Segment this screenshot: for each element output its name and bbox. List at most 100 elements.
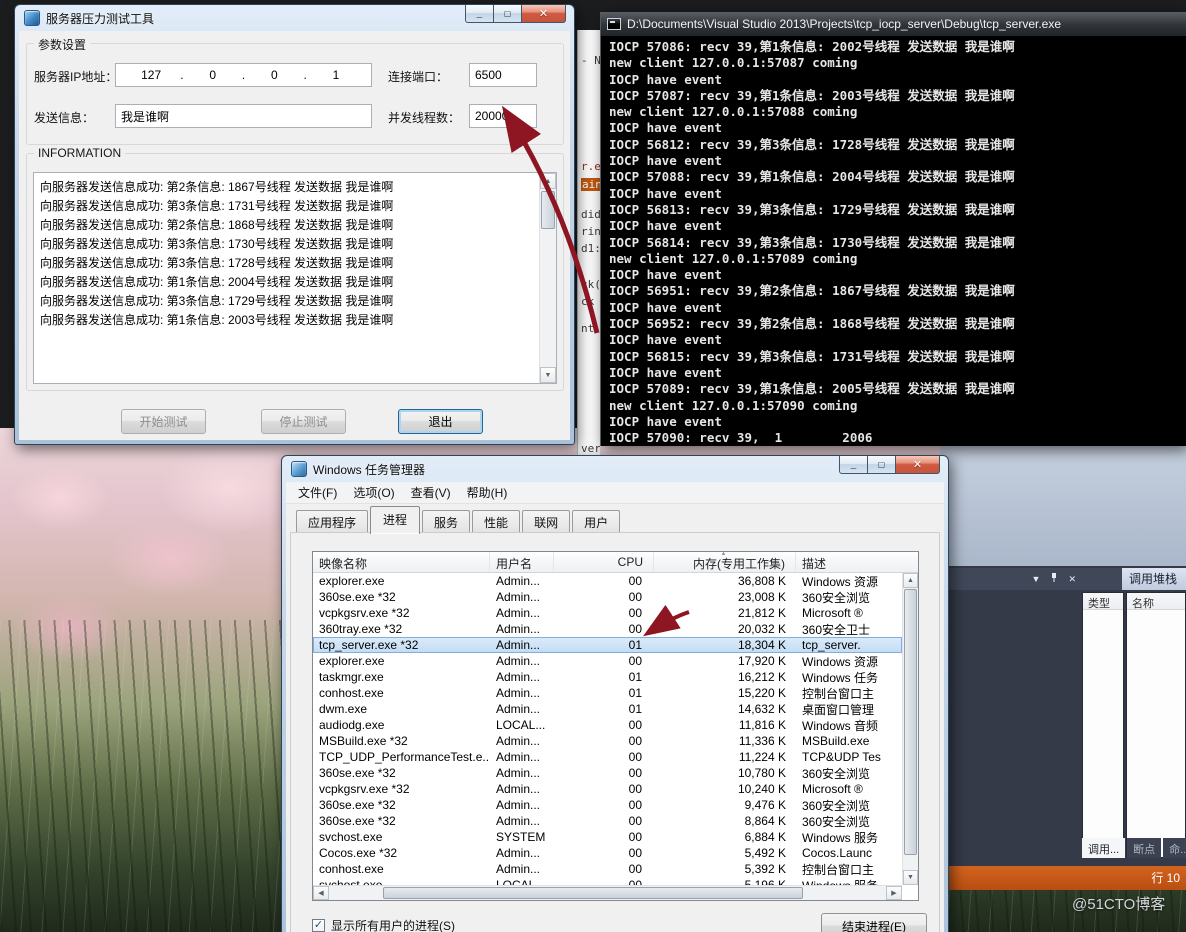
message-input[interactable] xyxy=(115,104,372,128)
process-row[interactable]: 360se.exe *32 Admin... 00 10,780 K 360安全… xyxy=(313,765,902,781)
call-stack-panel-body: 名称 xyxy=(1126,592,1186,858)
process-cpu: 00 xyxy=(628,830,642,844)
type-column-header[interactable]: 类型 xyxy=(1083,593,1123,610)
process-row[interactable]: 360se.exe *32 Admin... 00 8,864 K 360安全浏… xyxy=(313,813,902,829)
close-icon[interactable]: ✕ xyxy=(1068,574,1076,584)
scrollbar-thumb[interactable] xyxy=(904,589,917,855)
console-line: IOCP 57089: recv 39,第1条信息: 2005号线程 发送数据 … xyxy=(609,381,1015,397)
process-description: MSBuild.exe xyxy=(802,734,870,748)
scrollbar-thumb[interactable] xyxy=(383,887,803,899)
process-table: 映像名称 用户名 CPU ▲ 内存(专用工作集) 描述 explorer.exe xyxy=(312,551,919,901)
console-titlebar[interactable]: D:\Documents\Visual Studio 2013\Projects… xyxy=(601,12,1186,36)
call-stack-panel-title[interactable]: 调用堆栈 xyxy=(1122,568,1186,590)
process-cpu: 00 xyxy=(628,750,642,764)
process-row[interactable]: 360tray.exe *32 Admin... 00 20,032 K 360… xyxy=(313,621,902,637)
menu-item[interactable]: 帮助(H) xyxy=(459,482,516,504)
params-group-label: 参数设置 xyxy=(34,36,91,53)
console-line: IOCP have event xyxy=(609,299,722,315)
process-cpu: 00 xyxy=(628,718,642,732)
scroll-right-button[interactable]: ▶ xyxy=(886,886,902,900)
process-user: LOCAL... xyxy=(496,718,546,732)
process-row[interactable]: TCP_UDP_PerformanceTest.e... Admin... 00… xyxy=(313,749,902,765)
code-fragment: r.e xyxy=(581,160,600,173)
scroll-up-button[interactable]: ▲ xyxy=(540,173,556,189)
log-listbox[interactable]: 向服务器发送信息成功: 第2条信息: 1867号线程 发送数据 我是谁啊 向服务器… xyxy=(33,172,557,384)
scroll-left-button[interactable]: ◀ xyxy=(313,886,329,900)
process-row[interactable]: dwm.exe Admin... 01 14,632 K 桌面窗口管理 xyxy=(313,701,902,717)
process-row[interactable]: audiodg.exe LOCAL... 00 11,816 K Windows… xyxy=(313,717,902,733)
process-description: 360安全浏览 xyxy=(802,766,871,781)
maximize-button[interactable]: ▢ xyxy=(867,456,896,474)
console-line: IOCP 56814: recv 39,第3条信息: 1730号线程 发送数据 … xyxy=(609,234,1015,250)
process-row[interactable]: tcp_server.exe *32 Admin... 01 18,304 K … xyxy=(313,637,902,653)
code-fragment: rin xyxy=(581,225,600,238)
stop-test-button[interactable]: 停止测试 xyxy=(261,409,346,434)
process-row[interactable]: vcpkgsrv.exe *32 Admin... 00 21,812 K Mi… xyxy=(313,605,902,621)
task-manager-title: Windows 任务管理器 xyxy=(313,462,426,477)
window-position-dropdown-icon[interactable]: ▼ xyxy=(1032,574,1041,584)
process-cpu: 00 xyxy=(628,782,642,796)
show-all-processes-option[interactable]: ✓ 显示所有用户的进程(S) xyxy=(312,917,455,932)
start-test-button[interactable]: 开始测试 xyxy=(121,409,206,434)
log-line: 向服务器发送信息成功: 第1条信息: 2004号线程 发送数据 我是谁啊 xyxy=(40,275,394,289)
process-row[interactable]: 360se.exe *32 Admin... 00 9,476 K 360安全浏… xyxy=(313,797,902,813)
end-process-button[interactable]: 结束进程(E) xyxy=(821,913,927,932)
process-user: Admin... xyxy=(496,670,541,684)
ip-octet: 0 xyxy=(209,68,217,82)
process-user: Admin... xyxy=(496,606,541,620)
scrollbar-thumb[interactable] xyxy=(541,191,555,229)
column-header-description[interactable]: 描述 xyxy=(796,552,918,572)
column-header-memory[interactable]: ▲ 内存(专用工作集) xyxy=(654,552,796,572)
threads-input[interactable] xyxy=(469,104,537,128)
minimize-button[interactable]: ─ xyxy=(465,5,494,23)
console-output[interactable]: IOCP 57086: recv 39,第1条信息: 2002号线程 发送数据 … xyxy=(603,36,1186,446)
scroll-down-button[interactable]: ▼ xyxy=(540,367,556,383)
scroll-down-button[interactable]: ▼ xyxy=(903,870,918,885)
process-rows: explorer.exe Admin... 00 36,808 K Window… xyxy=(313,573,902,885)
checkbox-checked[interactable]: ✓ xyxy=(312,919,325,932)
log-line: 向服务器发送信息成功: 第3条信息: 1730号线程 发送数据 我是谁啊 xyxy=(40,237,394,251)
process-row[interactable]: 360se.exe *32 Admin... 00 23,008 K 360安全… xyxy=(313,589,902,605)
close-button[interactable]: ✕ xyxy=(895,456,940,474)
name-column-header[interactable]: 名称 xyxy=(1127,593,1185,610)
process-row[interactable]: vcpkgsrv.exe *32 Admin... 00 10,240 K Mi… xyxy=(313,781,902,797)
column-header-user[interactable]: 用户名 xyxy=(490,552,554,572)
process-user: Admin... xyxy=(496,862,541,876)
process-row[interactable]: MSBuild.exe *32 Admin... 00 11,336 K MSB… xyxy=(313,733,902,749)
process-user: Admin... xyxy=(496,622,541,636)
port-input[interactable] xyxy=(469,63,537,87)
process-memory: 18,304 K xyxy=(737,638,786,652)
tab-strip: 应用程序 进程 服务 性能 联网 用户 xyxy=(296,506,622,535)
exit-button[interactable]: 退出 xyxy=(398,409,483,434)
process-row[interactable]: svchost.exe LOCAL... 00 5,196 K Windows … xyxy=(313,877,902,885)
vs-panel-tab[interactable]: 调用... xyxy=(1082,838,1126,858)
vs-panel-titlebar[interactable]: ▼ ✕ xyxy=(943,568,1122,590)
process-cpu: 00 xyxy=(628,766,642,780)
process-row[interactable]: conhost.exe Admin... 01 15,220 K 控制台窗口主 xyxy=(313,685,902,701)
vs-panel-tab[interactable]: 命... xyxy=(1163,838,1186,858)
column-header-image-name[interactable]: 映像名称 xyxy=(313,552,490,572)
process-row[interactable]: explorer.exe Admin... 00 17,920 K Window… xyxy=(313,653,902,669)
log-scrollbar: ▲ ▼ xyxy=(539,173,556,383)
code-fragment-highlighted: ain xyxy=(581,178,600,191)
pin-icon[interactable] xyxy=(1050,573,1058,585)
maximize-button[interactable]: ▢ xyxy=(493,5,522,23)
process-name: vcpkgsrv.exe *32 xyxy=(319,782,410,796)
process-row[interactable]: Cocos.exe *32 Admin... 00 5,492 K Cocos.… xyxy=(313,845,902,861)
close-button[interactable]: ✕ xyxy=(521,5,566,23)
process-row[interactable]: svchost.exe SYSTEM 00 6,884 K Windows 服务 xyxy=(313,829,902,845)
minimize-button[interactable]: ─ xyxy=(839,456,868,474)
vs-panel-tab[interactable]: 断点 xyxy=(1127,838,1162,858)
process-row[interactable]: taskmgr.exe Admin... 01 16,212 K Windows… xyxy=(313,669,902,685)
process-name: conhost.exe xyxy=(319,686,384,700)
menu-item[interactable]: 文件(F) xyxy=(290,482,345,504)
ip-address-input[interactable]: 127. 0. 0. 1 xyxy=(115,63,372,87)
menu-item[interactable]: 查看(V) xyxy=(403,482,459,504)
process-row[interactable]: explorer.exe Admin... 00 36,808 K Window… xyxy=(313,573,902,589)
taskmgr-tab[interactable]: 进程 xyxy=(370,506,421,534)
process-row[interactable]: conhost.exe Admin... 00 5,392 K 控制台窗口主 xyxy=(313,861,902,877)
menu-item[interactable]: 选项(O) xyxy=(345,482,402,504)
process-description: Windows 音频 xyxy=(802,718,879,733)
scroll-up-button[interactable]: ▲ xyxy=(903,573,918,588)
column-header-cpu[interactable]: CPU xyxy=(554,552,654,572)
